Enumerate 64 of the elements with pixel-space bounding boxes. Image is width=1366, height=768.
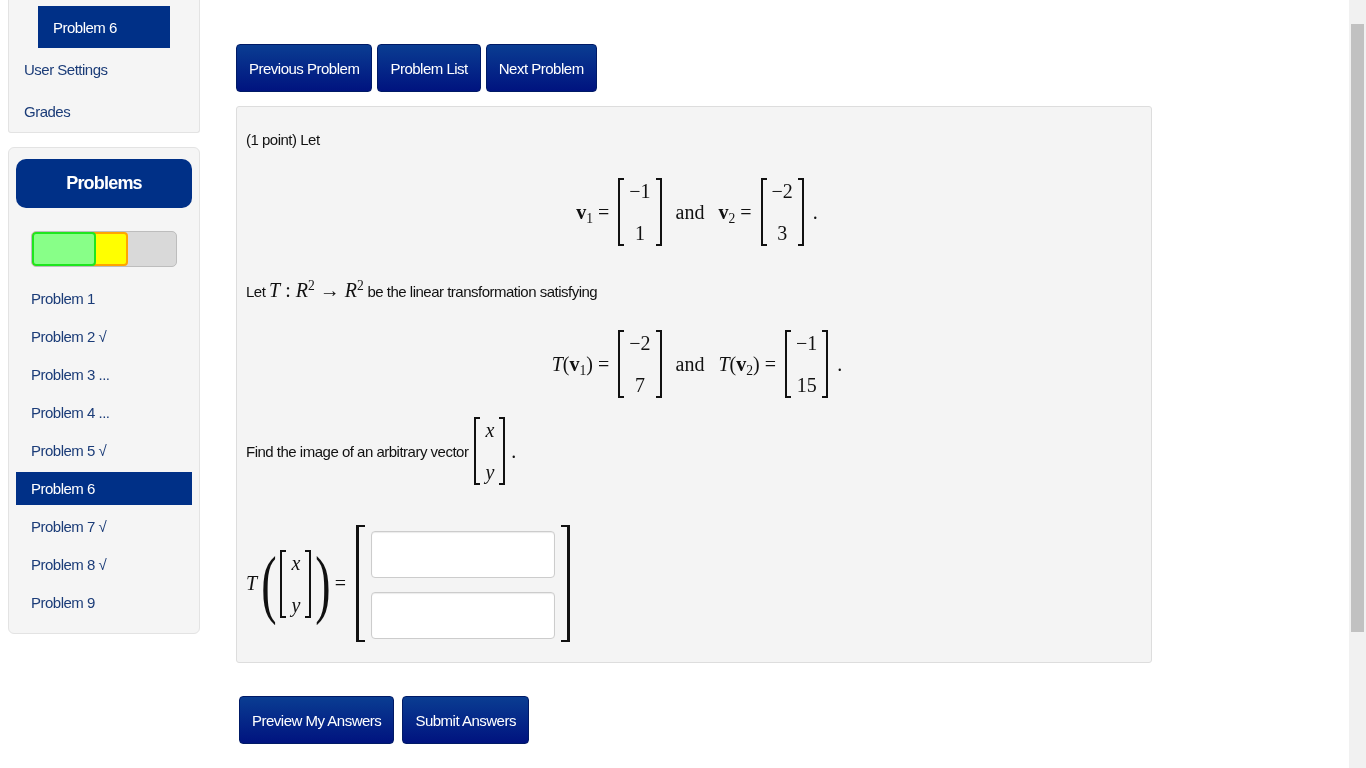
math-text: = [334, 572, 346, 595]
problem-link[interactable]: Problem 2 √ [16, 320, 192, 353]
action-button[interactable]: Submit Answers [402, 696, 529, 744]
nav-button[interactable]: Previous Problem [236, 44, 373, 92]
problem-link[interactable]: Problem 5 √ [16, 434, 192, 467]
bracket-icon [280, 549, 287, 618]
vector-entry: 15 [796, 373, 817, 398]
math-text: ) [315, 539, 331, 627]
bracket-icon [618, 330, 625, 398]
math-text: T(v$_{2}$) = [718, 352, 776, 376]
vector-entry: −1 [796, 331, 818, 356]
bracket-icon [560, 525, 570, 642]
problem-link[interactable]: Problem 8 √ [16, 548, 192, 581]
vector-entry: y [485, 460, 495, 485]
bracket-icon [797, 178, 804, 246]
bracket-icon [822, 330, 829, 398]
math-text: and [675, 200, 705, 224]
problem-link[interactable]: Problem 4 ... [16, 396, 192, 429]
problems-header: Problems [16, 159, 192, 208]
problem-link[interactable]: Problem 7 √ [16, 510, 192, 543]
sidebar-link[interactable]: Grades [9, 90, 199, 132]
answer-field[interactable] [370, 531, 555, 578]
bracket-icon [355, 525, 365, 642]
math-text: ( [261, 539, 277, 627]
vector-entry: x [291, 550, 301, 576]
prompt-text: Let T : R$^{2}$ → R$^{2}$ be the linear transformation satisfying [246, 279, 599, 303]
sidebar-link[interactable]: User Settings [9, 48, 199, 90]
vector-entry: −2 [771, 179, 793, 204]
math-text: . [812, 200, 818, 224]
prompt-text: Find the image of an arbitrary vector [246, 442, 469, 460]
problem-link[interactable]: Problem 3 ... [16, 358, 192, 391]
prompt-text: (1 point) Let [246, 130, 321, 150]
bracket-icon [499, 417, 506, 485]
math-text: T(v$_{1}$) = [551, 352, 610, 376]
scrollbar-thumb[interactable] [1351, 24, 1364, 632]
math-text: . [511, 439, 517, 463]
answer-field[interactable] [370, 592, 555, 639]
problem-link[interactable]: Problem 9 [16, 586, 192, 619]
math-text: and [675, 352, 705, 376]
problem-link[interactable]: Problem 6 [16, 472, 192, 505]
math-text: v$_{1}$ = [576, 200, 610, 224]
vector-entry: 3 [777, 221, 788, 246]
vector-entry: 1 [634, 221, 645, 246]
bracket-icon [618, 178, 625, 246]
vector-entry: y [291, 592, 301, 618]
bracket-icon [655, 178, 662, 246]
bracket-icon [305, 549, 312, 618]
bracket-icon [785, 330, 791, 398]
vector-entry: x [485, 418, 495, 443]
math-text: T [246, 572, 258, 595]
math-text: v$_{2}$ = [718, 200, 752, 224]
math-text: . [837, 352, 843, 376]
vector-entry: −2 [629, 331, 651, 356]
vector-entry: 7 [634, 373, 645, 398]
scrollbar[interactable] [1349, 0, 1366, 768]
bracket-icon [655, 330, 662, 398]
bracket-icon [760, 178, 767, 246]
nav-button[interactable]: Problem List [377, 44, 481, 92]
bracket-icon [474, 417, 481, 485]
problem-link[interactable]: Problem 1 [16, 282, 192, 315]
vector-entry: −1 [629, 179, 651, 204]
sidebar-link[interactable]: Problem 6 [38, 6, 170, 48]
action-button[interactable]: Preview My Answers [239, 696, 395, 744]
nav-button[interactable]: Next Problem [485, 44, 597, 92]
